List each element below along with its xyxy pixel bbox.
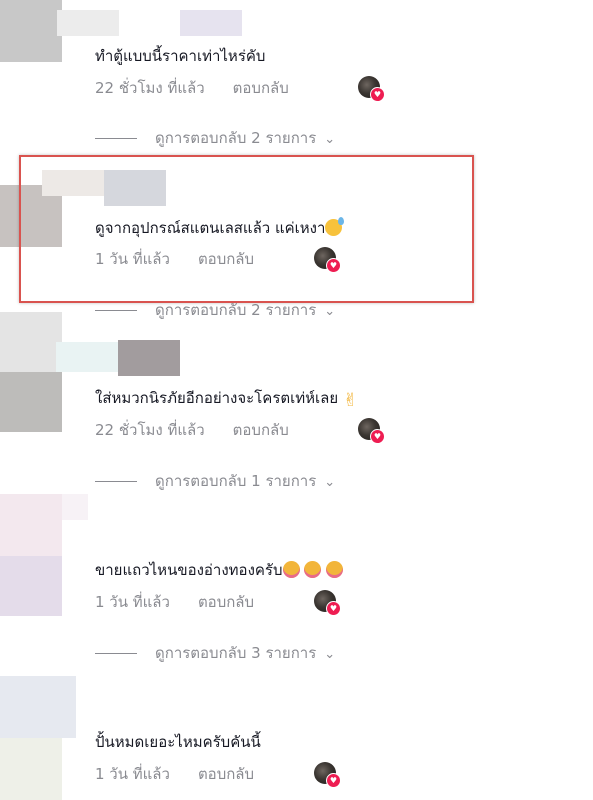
chevron-down-icon: ⌄ [324, 647, 336, 662]
comment-text: ทำตู้แบบนี้ราคาเท่าไหร่คับ [95, 47, 266, 65]
comment-time: 1 วัน ที่แล้ว [95, 765, 170, 783]
view-replies-button[interactable]: ดูการตอบกลับ 2 รายการ ⌄ [95, 128, 335, 150]
heart-icon: ♥ [326, 601, 341, 616]
commenter-name[interactable] [57, 10, 119, 36]
comment-meta: 1 วัน ที่แล้ว ตอบกลับ [95, 592, 254, 612]
smiling-hearts-emoji [282, 561, 300, 578]
comment-time: 1 วัน ที่แล้ว [95, 593, 170, 611]
comment-meta: 1 วัน ที่แล้ว ตอบกลับ [95, 249, 254, 269]
comment-meta: 1 วัน ที่แล้ว ตอบกลับ [95, 764, 254, 784]
view-replies-button[interactable]: ดูการตอบกลับ 3 รายการ ⌄ [95, 643, 335, 665]
divider-line [95, 138, 137, 139]
commenter-avatar-blur [0, 738, 62, 800]
creator-liked-avatar: ♥ [358, 76, 385, 102]
comment-meta: 22 ชั่วโมง ที่แล้ว ตอบกลับ [95, 420, 289, 440]
divider-line [95, 481, 137, 482]
comment-text: ดูจากอุปกรณ์สแตนเลสแล้ว แค่เหงา [95, 217, 345, 238]
commenter-name[interactable] [56, 342, 118, 372]
smiling-hearts-emoji [304, 561, 322, 578]
commenter-name[interactable] [42, 170, 104, 196]
view-replies-label: ดูการตอบกลับ 2 รายการ [155, 129, 317, 147]
reply-button[interactable]: ตอบกลับ [198, 593, 254, 611]
divider-line [95, 310, 137, 311]
comment-text: ปั้นหมดเยอะไหมครับคันนี้ [95, 733, 261, 751]
view-replies-button[interactable]: ดูการตอบกลับ 1 รายการ ⌄ [95, 471, 335, 493]
smiling-hearts-emoji [326, 561, 344, 578]
commenter-avatar-blur [0, 372, 62, 432]
commenter-avatar[interactable] [0, 0, 62, 62]
view-replies-label: ดูการตอบกลับ 1 รายการ [155, 472, 317, 490]
creator-liked-avatar: ♥ [358, 418, 385, 444]
creator-liked-avatar: ♥ [314, 762, 341, 788]
reply-button[interactable]: ตอบกลับ [198, 765, 254, 783]
view-replies-button[interactable]: ดูการตอบกลับ 2 รายการ ⌄ [95, 300, 335, 322]
comment-text-content: ดูจากอุปกรณ์สแตนเลสแล้ว แค่เหงา [95, 219, 326, 237]
reply-button[interactable]: ตอบกลับ [233, 421, 289, 439]
comment-text-content: ขายแถวไหนของอ่างทองครับ [95, 561, 283, 579]
commenter-name-blur [118, 340, 180, 376]
heart-icon: ♥ [326, 258, 341, 273]
heart-icon: ♥ [370, 87, 385, 102]
chevron-down-icon: ⌄ [324, 304, 336, 319]
chevron-down-icon: ⌄ [324, 475, 336, 490]
comment-text: ขายแถวไหนของอ่างทองครับ [95, 560, 344, 580]
view-replies-label: ดูการตอบกลับ 3 รายการ [155, 644, 317, 662]
commenter-name[interactable] [62, 494, 88, 520]
commenter-avatar[interactable] [0, 494, 62, 556]
creator-liked-avatar: ♥ [314, 247, 341, 273]
comment-text: ใส่หมวกนิรภัยอีกอย่างจะโครตเท่ห์เลย ✌ [95, 388, 358, 411]
chevron-down-icon: ⌄ [324, 132, 336, 147]
commenter-avatar[interactable] [0, 312, 62, 374]
commenter-avatar-blur [0, 556, 62, 616]
view-replies-label: ดูการตอบกลับ 2 รายการ [155, 301, 317, 319]
comment-time: 22 ชั่วโมง ที่แล้ว [95, 421, 205, 439]
commenter-name-blur [180, 10, 242, 36]
heart-icon: ♥ [326, 773, 341, 788]
victory-hand-emoji: ✌ [342, 390, 359, 411]
comment-time: 1 วัน ที่แล้ว [95, 250, 170, 268]
commenter-name-blur [104, 170, 166, 206]
divider-line [95, 653, 137, 654]
reply-button[interactable]: ตอบกลับ [198, 250, 254, 268]
creator-liked-avatar: ♥ [314, 590, 341, 616]
reply-button[interactable]: ตอบกลับ [233, 79, 289, 97]
commenter-avatar[interactable] [0, 676, 76, 738]
heart-icon: ♥ [370, 429, 385, 444]
sweat-smile-emoji [325, 217, 345, 236]
comment-text-content: ใส่หมวกนิรภัยอีกอย่างจะโครตเท่ห์เลย [95, 389, 339, 407]
comment-time: 22 ชั่วโมง ที่แล้ว [95, 79, 205, 97]
comment-meta: 22 ชั่วโมง ที่แล้ว ตอบกลับ [95, 78, 289, 98]
